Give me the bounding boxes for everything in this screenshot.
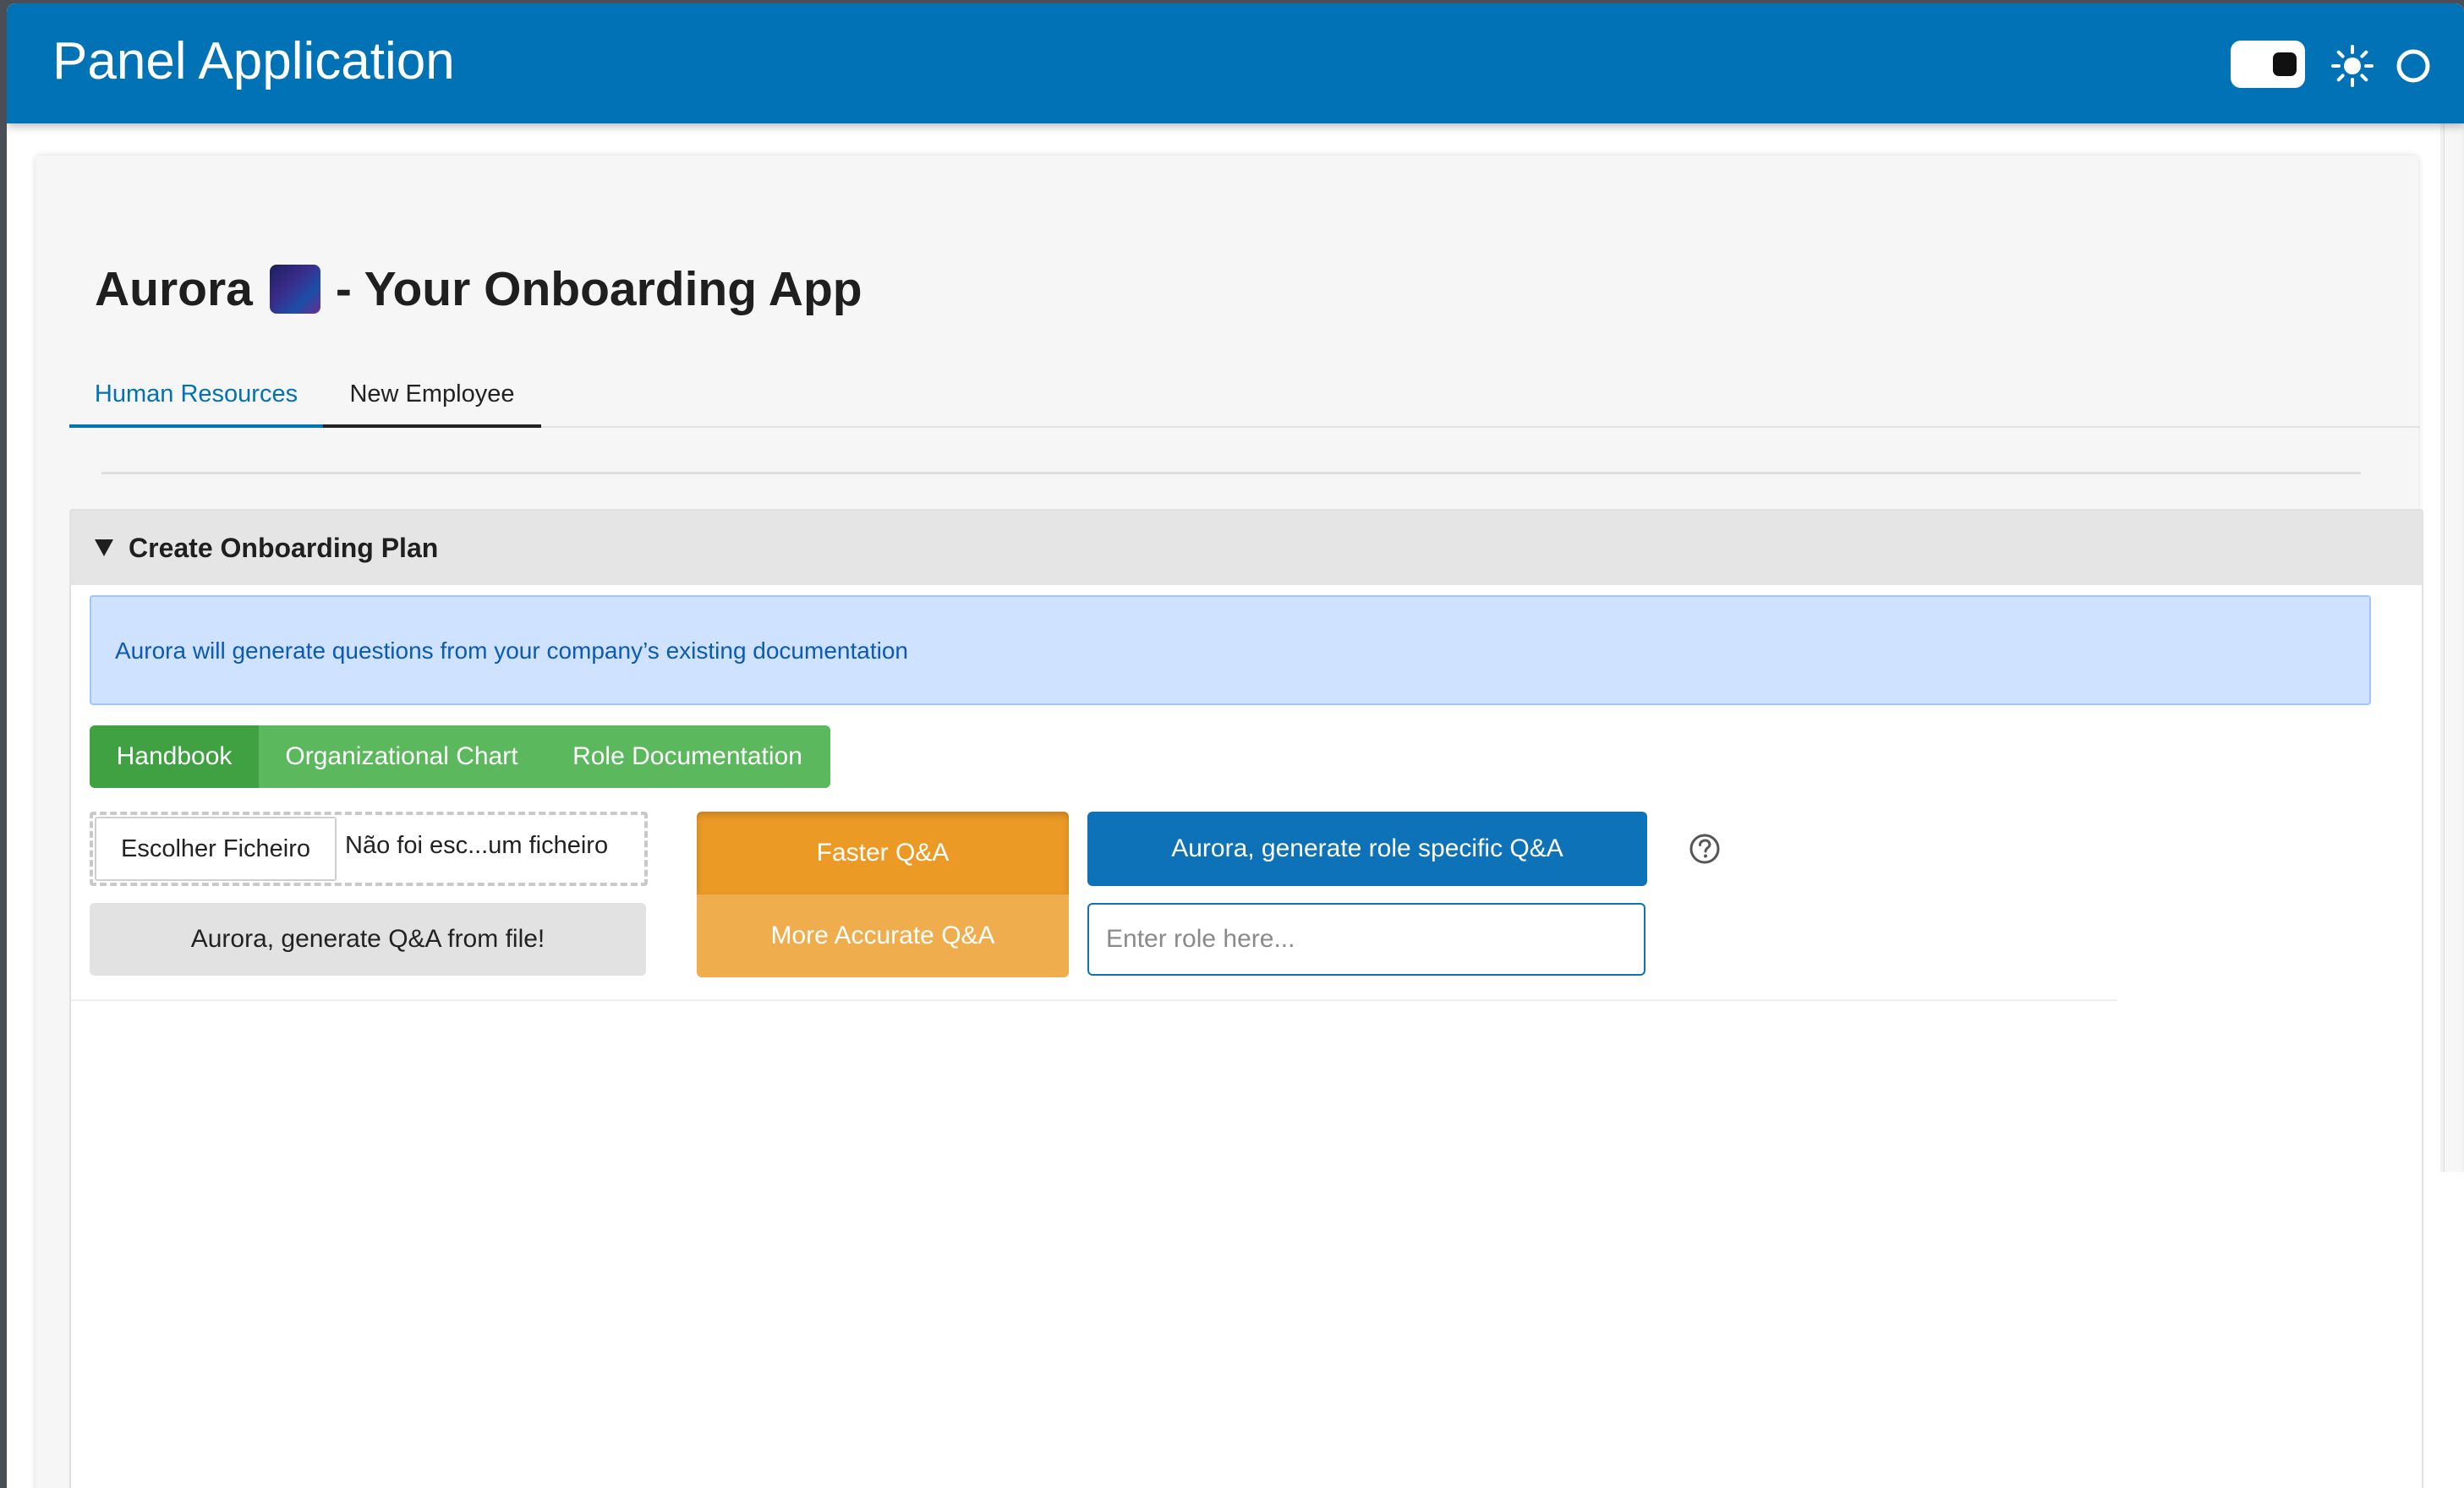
mode-more-accurate[interactable]: More Accurate Q&A [697,894,1069,977]
doc-type-handbook[interactable]: Handbook [90,725,259,788]
alert-text: Aurora will generate questions from your… [115,637,908,664]
role-input[interactable] [1087,903,1645,976]
choose-file-button[interactable]: Escolher Ficheiro [95,817,337,881]
toggle-knob [2273,52,2297,76]
doc-type-selector: Handbook Organizational Chart Role Docum… [90,725,830,788]
page-title: Aurora - Your Onboarding App [95,262,862,317]
onboarding-panel: Create Onboarding Plan Aurora will gener… [69,509,2423,1488]
caret-down-icon[interactable] [95,539,113,556]
panel-title: Create Onboarding Plan [129,533,439,563]
panel-divider [71,999,2117,1001]
mode-faster[interactable]: Faster Q&A [697,812,1069,894]
app-header: Panel Application [7,3,2464,123]
main-card: Aurora - Your Onboarding App Human Resour… [36,156,2423,1488]
mode-selector: Faster Q&A More Accurate Q&A [697,812,1069,977]
page-title-suffix: - Your Onboarding App [335,262,862,316]
tab-human-resources[interactable]: Human Resources [69,364,323,428]
tab-bar: Human Resources New Employee [69,364,2420,428]
page-title-prefix: Aurora [95,262,253,316]
doc-type-role-docs[interactable]: Role Documentation [545,725,830,788]
info-alert: Aurora will generate questions from your… [90,595,2371,705]
main-content: Aurora - Your Onboarding App Human Resour… [7,123,2464,1488]
panel-header[interactable]: Create Onboarding Plan [71,511,2422,585]
scrollbar-thumb[interactable] [2444,123,2461,1172]
sun-icon[interactable] [2330,44,2374,88]
file-dropzone[interactable]: Escolher Ficheiro Não foi esc...um fiche… [90,812,648,886]
question-circle-icon[interactable] [1688,832,1722,866]
generate-role-button[interactable]: Aurora, generate role specific Q&A [1087,812,1647,886]
generate-from-file-button[interactable]: Aurora, generate Q&A from file! [90,903,646,976]
app-window: Panel Application Aurora - Your Onboardi… [7,3,2464,1488]
circle-icon[interactable] [2395,47,2432,85]
file-status: Não foi esc...um ficheiro [345,832,609,859]
divider [101,472,2361,474]
app-title: Panel Application [52,32,455,90]
aurora-image [269,264,320,314]
theme-toggle[interactable] [2231,41,2305,88]
doc-type-org-chart[interactable]: Organizational Chart [259,725,545,788]
tab-new-employee[interactable]: New Employee [323,364,541,428]
